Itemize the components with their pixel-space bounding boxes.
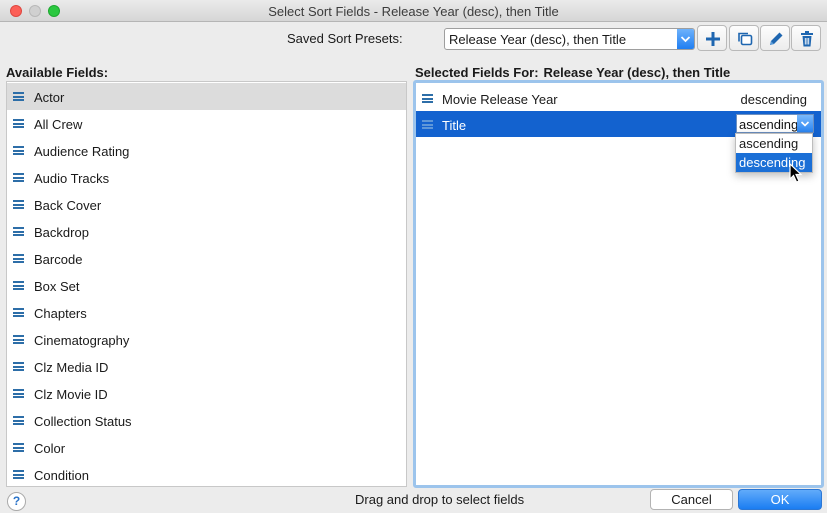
list-item[interactable]: Clz Movie ID bbox=[7, 380, 406, 407]
available-fields-heading: Available Fields: bbox=[6, 65, 109, 80]
list-item[interactable]: Actor bbox=[7, 83, 406, 110]
selected-fields-heading: Selected Fields For: Release Year (desc),… bbox=[415, 65, 730, 80]
help-button[interactable]: ? bbox=[7, 492, 26, 511]
list-item[interactable]: Barcode bbox=[7, 245, 406, 272]
field-label: Cinematography bbox=[34, 333, 130, 348]
drag-handle-icon[interactable] bbox=[13, 92, 24, 101]
saved-presets-value: Release Year (desc), then Title bbox=[449, 32, 627, 47]
field-label: Collection Status bbox=[34, 414, 132, 429]
field-label: Audio Tracks bbox=[34, 171, 110, 186]
drag-handle-icon[interactable] bbox=[13, 416, 24, 425]
list-item[interactable]: Condition bbox=[7, 461, 406, 486]
drag-handle-icon[interactable] bbox=[13, 173, 24, 182]
selected-fields-preset-name: Release Year (desc), then Title bbox=[543, 65, 731, 80]
field-label: Clz Media ID bbox=[34, 360, 109, 375]
drag-handle-icon[interactable] bbox=[13, 443, 24, 452]
drag-handle-icon[interactable] bbox=[13, 281, 24, 290]
drag-handle-icon[interactable] bbox=[13, 254, 24, 263]
list-item[interactable]: Box Set bbox=[7, 272, 406, 299]
field-label: Movie Release Year bbox=[442, 92, 558, 107]
drag-handle-icon[interactable] bbox=[422, 94, 433, 103]
list-item[interactable]: Audio Tracks bbox=[7, 164, 406, 191]
field-label: Title bbox=[442, 118, 467, 133]
drag-handle-icon[interactable] bbox=[13, 119, 24, 128]
list-item[interactable]: Backdrop bbox=[7, 218, 406, 245]
window-title: Select Sort Fields - Release Year (desc)… bbox=[268, 4, 559, 19]
duplicate-preset-button[interactable] bbox=[729, 25, 759, 51]
field-label: Condition bbox=[34, 468, 89, 483]
field-label: Box Set bbox=[34, 279, 80, 294]
field-label: Back Cover bbox=[34, 198, 102, 213]
saved-presets-select[interactable]: Release Year (desc), then Title bbox=[444, 28, 695, 50]
list-item[interactable]: All Crew bbox=[7, 110, 406, 137]
mouse-cursor-icon bbox=[789, 162, 803, 186]
list-item[interactable]: Audience Rating bbox=[7, 137, 406, 164]
field-label: Color bbox=[34, 441, 66, 456]
saved-presets-label: Saved Sort Presets: bbox=[287, 31, 403, 46]
list-item[interactable]: Cinematography bbox=[7, 326, 406, 353]
field-label: Barcode bbox=[34, 252, 83, 267]
field-label: Clz Movie ID bbox=[34, 387, 108, 402]
available-fields-list[interactable]: Actor All Crew Audience Rating Audio Tra… bbox=[6, 81, 407, 487]
drag-handle-icon[interactable] bbox=[13, 308, 24, 317]
selected-fields-prefix: Selected Fields For: bbox=[415, 65, 539, 80]
sort-order-select[interactable]: ascending bbox=[736, 114, 814, 133]
list-item[interactable]: Clz Media ID bbox=[7, 353, 406, 380]
drag-handle-icon[interactable] bbox=[13, 389, 24, 398]
list-item[interactable]: Back Cover bbox=[7, 191, 406, 218]
field-label: Audience Rating bbox=[34, 144, 130, 159]
drag-handle-icon[interactable] bbox=[13, 362, 24, 371]
field-label: Actor bbox=[34, 90, 65, 105]
list-item[interactable]: Color bbox=[7, 434, 406, 461]
dropdown-option-ascending[interactable]: ascending bbox=[736, 134, 812, 153]
drag-drop-hint: Drag and drop to select fields bbox=[355, 492, 525, 507]
ok-button[interactable]: OK bbox=[738, 489, 822, 510]
list-item[interactable]: Chapters bbox=[7, 299, 406, 326]
chevron-down-icon bbox=[797, 115, 813, 132]
drag-handle-icon[interactable] bbox=[13, 200, 24, 209]
drag-handle-icon[interactable] bbox=[13, 227, 24, 236]
cancel-button[interactable]: Cancel bbox=[650, 489, 733, 510]
drag-handle-icon[interactable] bbox=[13, 470, 24, 479]
chevron-down-icon bbox=[677, 29, 694, 49]
edit-preset-button[interactable] bbox=[760, 25, 790, 51]
title-bar: Select Sort Fields - Release Year (desc)… bbox=[0, 0, 827, 22]
list-item[interactable]: Collection Status bbox=[7, 407, 406, 434]
table-row[interactable]: Movie Release Year descending bbox=[416, 85, 821, 111]
drag-handle-icon[interactable] bbox=[13, 335, 24, 344]
add-preset-button[interactable] bbox=[697, 25, 727, 51]
drag-handle-icon[interactable] bbox=[13, 146, 24, 155]
sort-order-value: ascending bbox=[739, 117, 799, 132]
field-label: Backdrop bbox=[34, 225, 89, 240]
field-label: All Crew bbox=[34, 117, 83, 132]
drag-handle-icon[interactable] bbox=[422, 120, 433, 129]
delete-preset-button[interactable] bbox=[791, 25, 821, 51]
field-label: Chapters bbox=[34, 306, 87, 321]
sort-order-value[interactable]: descending bbox=[741, 92, 808, 107]
